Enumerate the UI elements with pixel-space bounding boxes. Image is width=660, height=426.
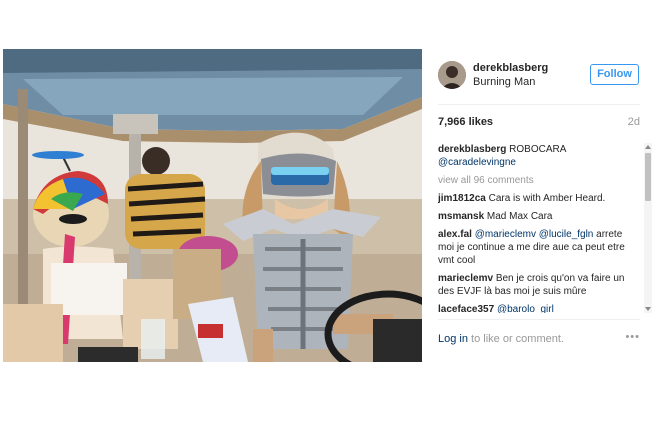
scroll-down-arrow-icon[interactable] [645,307,651,311]
follow-button[interactable]: Follow [590,64,639,85]
avatar[interactable] [438,61,466,89]
post-side-panel: derekblasberg Burning Man Follow 7,966 l… [428,49,652,362]
comment-item: alex.fal @marieclemv @lucile_fgln arrete… [438,228,640,267]
avatar-icon [438,61,466,89]
more-options-icon[interactable]: ••• [625,331,640,343]
comment-text: Cara is with Amber Heard. [485,193,606,204]
comment-username[interactable]: marieclemv [438,273,493,284]
footer-divider [438,319,640,320]
post-photo[interactable] [3,49,422,362]
comment-mention[interactable]: @barolo_girl [494,304,554,313]
comment-item: marieclemv Ben je crois qu'on va faire u… [438,272,640,298]
comments-scrollbar[interactable] [644,143,652,313]
scrollbar-thumb[interactable] [645,153,651,201]
scroll-up-arrow-icon[interactable] [645,145,651,149]
post-age[interactable]: 2d [628,116,640,128]
comment-username[interactable]: laceface357 [438,304,494,313]
login-link[interactable]: Log in [438,333,468,345]
comment-username[interactable]: msmansk [438,211,484,222]
comment-username[interactable]: jim1812ca [438,193,486,204]
caption-username[interactable]: derekblasberg [438,144,506,155]
caption: derekblasberg ROBOCARA @caradelevingne [438,143,640,169]
comment-mention[interactable]: @marieclemv @lucile_fgln [472,229,594,240]
view-all-comments-link[interactable]: view all 96 comments [438,174,640,187]
comment-item: jim1812ca Cara is with Amber Heard. [438,192,640,205]
instagram-post-card: derekblasberg Burning Man Follow 7,966 l… [0,0,660,426]
login-prompt: Log in to like or comment. [438,333,564,345]
header-divider [438,104,640,105]
post-location[interactable]: Burning Man [473,76,535,88]
comments-list[interactable]: derekblasberg ROBOCARA @caradelevingne v… [438,143,640,313]
comment-text: Mad Max Cara [484,211,553,222]
caption-mention[interactable]: @caradelevingne [438,157,516,168]
caption-text: ROBOCARA [506,144,567,155]
post-username[interactable]: derekblasberg [473,62,548,74]
comment-item: laceface357 @barolo_girl [438,303,640,313]
comment-username[interactable]: alex.fal [438,229,472,240]
post-photo-illustration [3,49,422,362]
login-prompt-text: to like or comment. [467,333,564,345]
likes-count[interactable]: 7,966 likes [438,116,493,128]
comment-item: msmansk Mad Max Cara [438,210,640,223]
